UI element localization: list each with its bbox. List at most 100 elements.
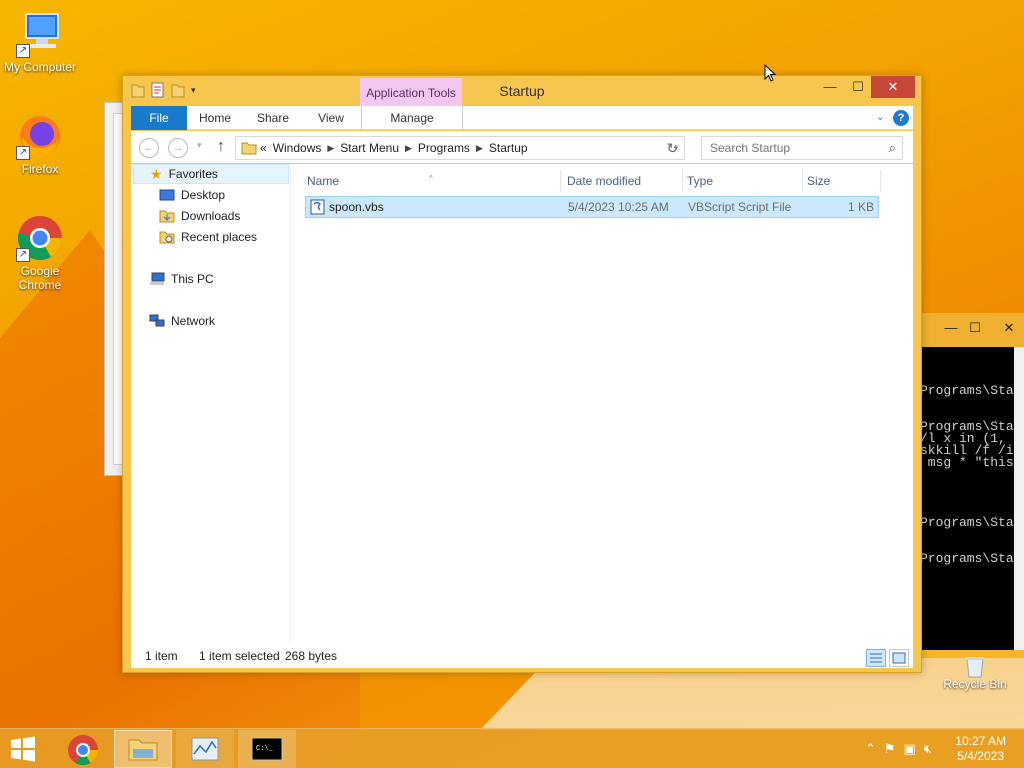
chevron-right-icon[interactable]: ▶ [405, 143, 412, 154]
nav-recent-places[interactable]: Recent places [159, 227, 257, 247]
taskbar-file-explorer[interactable] [114, 730, 172, 768]
desktop-icon-chrome[interactable]: ↗ Google Chrome [0, 214, 80, 292]
desktop-icon-my-computer[interactable]: ↗ My Computer [0, 10, 80, 74]
mouse-cursor-icon [764, 64, 776, 82]
clock-date: 5/4/2023 [957, 749, 1004, 763]
file-explorer-icon [128, 739, 158, 761]
breadcrumb-item[interactable]: Windows [273, 141, 322, 155]
column-header-name[interactable]: ^ Name [303, 170, 561, 192]
taskbar-chrome[interactable] [54, 730, 112, 768]
console-line: Programs\Sta [922, 515, 1014, 530]
back-button[interactable]: ← [139, 138, 159, 158]
windows-logo-icon [11, 736, 35, 762]
desktop-icon-label: Firefox [21, 162, 59, 176]
refresh-button[interactable]: ↻ [661, 136, 685, 160]
nav-label: Recent places [181, 230, 258, 244]
explorer-titlebar[interactable]: ▾ Application Tools Startup — ☐ ✕ [123, 76, 921, 108]
column-header-type[interactable]: Type [683, 170, 803, 192]
status-item-count: 1 item [145, 649, 178, 663]
close-button[interactable]: ✕ [871, 76, 915, 98]
chrome-icon: ↗ [16, 214, 64, 262]
navigation-pane: ★ Favorites Desktop Downloads Recent pla… [131, 164, 291, 644]
tab-share[interactable]: Share [245, 106, 301, 130]
recent-locations-button[interactable]: ▾ [197, 140, 202, 151]
nav-label: This PC [171, 272, 214, 286]
tab-manage[interactable]: Manage [361, 106, 463, 130]
column-header-date[interactable]: Date modified [563, 170, 683, 192]
minimize-button[interactable]: — [816, 76, 844, 98]
console-close-button[interactable]: ✕ [996, 318, 1022, 338]
nav-this-pc[interactable]: This PC [149, 269, 214, 289]
shortcut-arrow-icon: ↗ [16, 146, 30, 160]
breadcrumb-item[interactable]: Startup [489, 141, 528, 155]
clock[interactable]: 10:27 AM 5/4/2023 [955, 734, 1006, 764]
console-output[interactable]: Programs\Sta Programs\Sta /l x in (1, sk… [922, 347, 1024, 650]
network-icon[interactable]: ▣ [904, 741, 916, 757]
nav-downloads[interactable]: Downloads [159, 206, 240, 226]
chevron-right-icon[interactable]: ▶ [327, 143, 334, 154]
clock-time: 10:27 AM [955, 734, 1006, 748]
nav-favorites[interactable]: ★ Favorites [133, 164, 289, 184]
chrome-icon [68, 735, 98, 766]
desktop-icon-firefox[interactable]: ↗ Firefox [0, 112, 80, 176]
desktop-icon-recycle-bin[interactable]: Recycle Bin [940, 655, 1010, 691]
search-box[interactable]: ⌕ [701, 136, 903, 160]
explorer-content: ★ Favorites Desktop Downloads Recent pla… [131, 164, 913, 644]
performance-monitor-icon [191, 737, 219, 761]
expand-ribbon-icon[interactable]: ⌄ [876, 110, 885, 123]
status-bytes: 268 bytes [285, 649, 338, 663]
desktop-icon [159, 189, 175, 201]
details-view-icon [870, 653, 882, 663]
sort-ascending-icon: ^ [429, 174, 433, 183]
show-hidden-icons-icon[interactable]: ⌃ [865, 741, 876, 757]
chevron-right-icon[interactable]: ▶ [476, 143, 483, 154]
search-icon[interactable]: ⌕ [889, 140, 896, 156]
status-bar: 1 item 1 item selected 268 bytes [131, 644, 913, 668]
taskbar-performance-monitor[interactable] [176, 730, 234, 768]
breadcrumb-item[interactable]: Start Menu [340, 141, 399, 155]
desktop-icon-label: My Computer [3, 60, 77, 74]
console-titlebar[interactable]: — ☐ ✕ [920, 313, 1024, 347]
console-minimize-button[interactable]: — [938, 318, 964, 338]
up-button[interactable]: ↑ [217, 138, 225, 156]
help-icon[interactable]: ? [893, 110, 909, 126]
vbscript-file-icon [310, 199, 326, 215]
computer-icon [150, 272, 165, 285]
details-view-button[interactable] [866, 649, 886, 667]
file-type: VBScript Script File [688, 200, 792, 214]
downloads-icon [159, 210, 175, 223]
nav-label: Desktop [181, 188, 226, 202]
forward-button[interactable]: → [168, 138, 188, 158]
taskbar: C:\_ ⌃ ⚑ ▣ 🔇︎ 10:27 AM 5/4/2023 [0, 728, 1024, 768]
volume-muted-icon[interactable]: 🔇︎ [924, 741, 932, 757]
flag-icon[interactable]: ⚑ [884, 741, 896, 757]
window-title: Startup [499, 83, 545, 99]
file-row[interactable]: spoon.vbs 5/4/2023 10:25 AM VBScript Scr… [305, 196, 879, 218]
address-bar[interactable]: « Windows ▶ Start Menu ▶ Programs ▶ Star… [235, 136, 685, 160]
desktop-icon-label: Google Chrome [18, 264, 62, 292]
console-scrollbar[interactable] [1014, 347, 1024, 650]
explorer-window[interactable]: ▾ Application Tools Startup — ☐ ✕ File H… [122, 75, 922, 673]
maximize-button[interactable]: ☐ [844, 76, 872, 98]
column-label: Name [307, 174, 340, 188]
taskbar-command-prompt[interactable]: C:\_ [238, 730, 296, 768]
column-header-size[interactable]: Size [803, 170, 881, 192]
file-name: spoon.vbs [329, 200, 384, 214]
console-maximize-button[interactable]: ☐ [962, 318, 988, 338]
breadcrumb-item[interactable]: Programs [418, 141, 470, 155]
network-icon [149, 314, 165, 327]
file-list: ^ Name Date modified Type Size spoon.vbs… [303, 164, 913, 644]
large-icons-view-button[interactable] [889, 649, 909, 667]
breadcrumb-overflow[interactable]: « [260, 141, 267, 155]
nav-desktop[interactable]: Desktop [159, 185, 225, 205]
tab-view[interactable]: View [303, 106, 359, 130]
start-button[interactable] [8, 735, 38, 763]
tab-file[interactable]: File [131, 106, 187, 130]
console-window[interactable]: — ☐ ✕ Programs\Sta Programs\Sta /l x in … [920, 313, 1024, 658]
nav-network[interactable]: Network [149, 311, 215, 331]
svg-text:C:\_: C:\_ [256, 745, 274, 753]
search-input[interactable] [702, 137, 872, 159]
tab-home[interactable]: Home [187, 106, 243, 130]
recent-places-icon [159, 231, 175, 244]
command-prompt-icon: C:\_ [251, 737, 283, 761]
